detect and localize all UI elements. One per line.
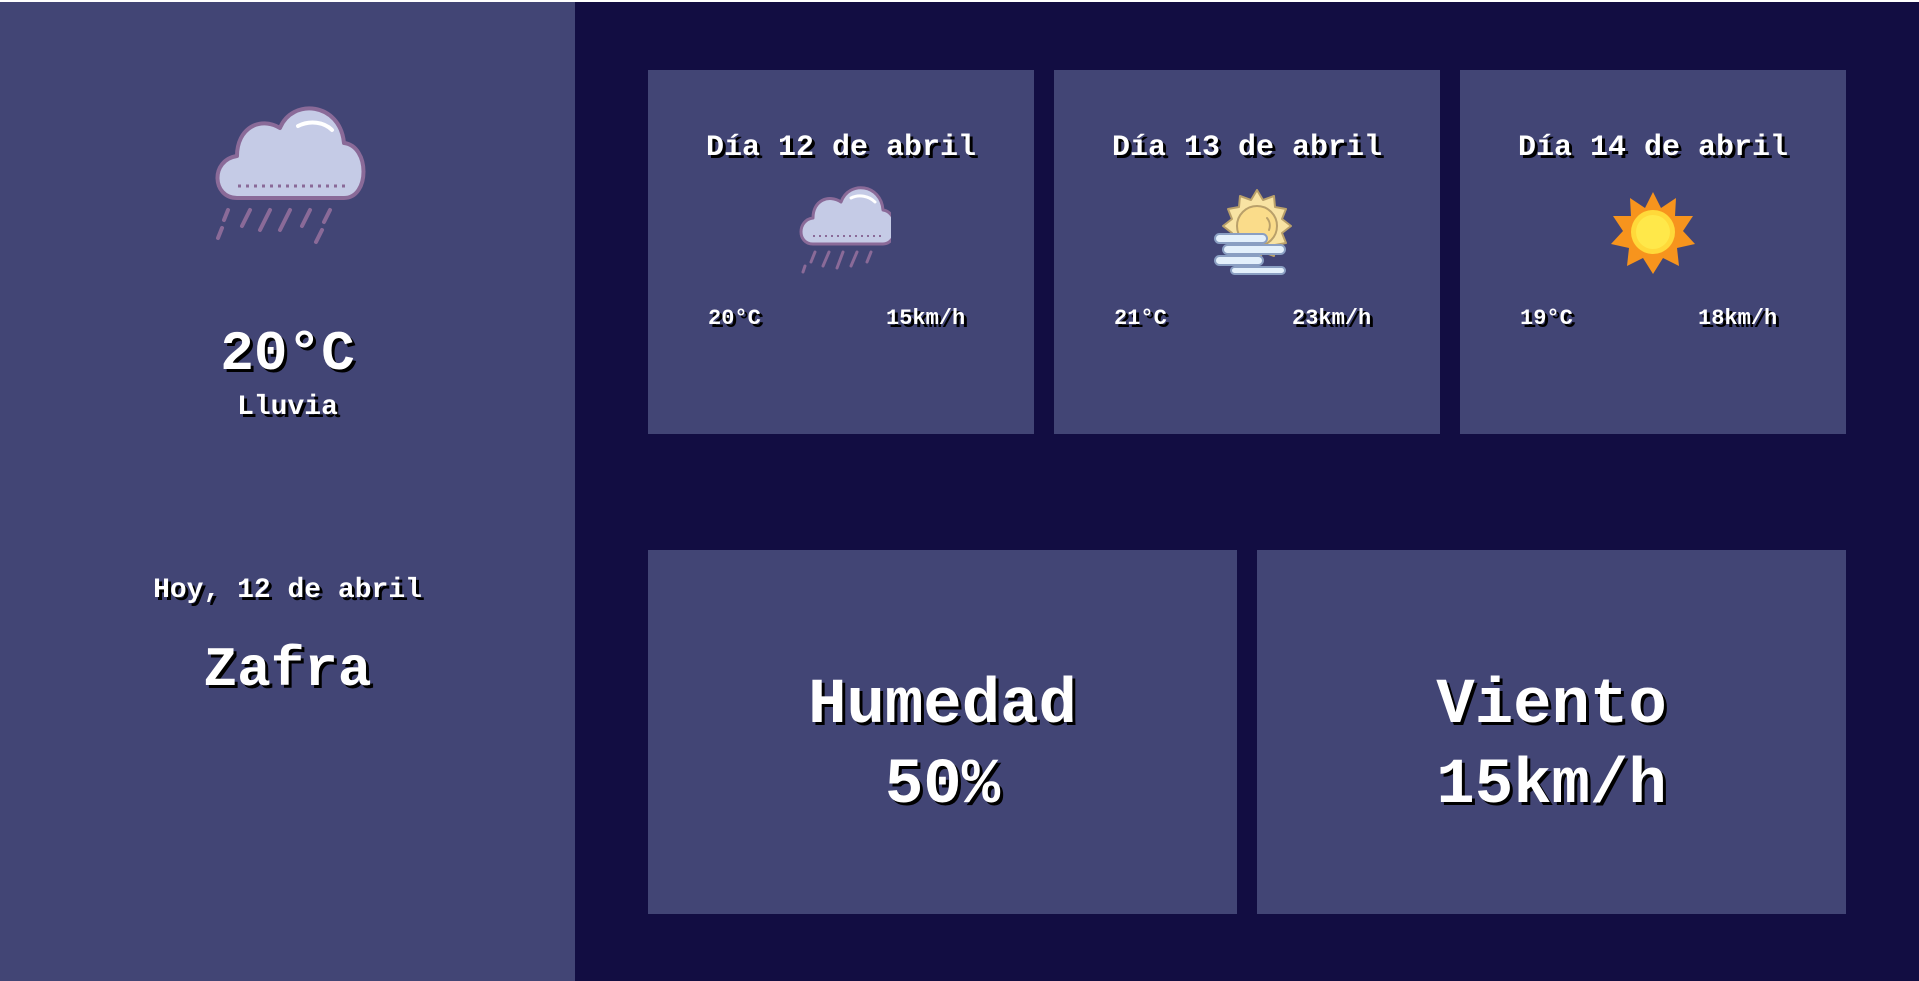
forecast-temperature: 21°C — [1114, 306, 1167, 331]
rain-cloud-icon — [799, 186, 891, 274]
forecast-card: Día 14 de abril 19°C 18km/h — [1460, 70, 1846, 434]
city-name: Zafra — [203, 638, 372, 702]
wind-value: 15km/h — [1436, 750, 1667, 822]
humidity-card: Humedad 50% — [648, 550, 1237, 914]
forecast-wind: 23km/h — [1292, 306, 1372, 331]
current-condition: Lluvia — [237, 392, 338, 423]
forecast-wind: 18km/h — [1698, 306, 1778, 331]
forecast-card: Día 12 de abril 20°C 15km/h — [648, 70, 1034, 434]
forecast-temperature: 19°C — [1520, 306, 1573, 331]
current-weather-panel: 20°C Lluvia Hoy, 12 de abril Zafra — [0, 2, 575, 981]
forecast-day-title: Día 13 de abril — [1111, 131, 1383, 165]
wind-label: Viento — [1436, 670, 1667, 742]
current-temperature: 20°C — [220, 322, 355, 386]
rain-cloud-icon — [215, 106, 366, 244]
forecast-day-title: Día 14 de abril — [1517, 131, 1789, 165]
sun-icon — [1611, 192, 1695, 274]
humidity-value: 50% — [884, 750, 1001, 822]
forecast-wind: 15km/h — [886, 306, 966, 331]
forecast-card: Día 13 de abril 21°C 23km/h — [1054, 70, 1440, 434]
wind-card: Viento 15km/h — [1257, 550, 1846, 914]
current-date: Hoy, 12 de abril — [153, 575, 422, 606]
forecast-day-title: Día 12 de abril — [705, 131, 977, 165]
forecast-temperature: 20°C — [708, 306, 761, 331]
humidity-label: Humedad — [808, 670, 1077, 742]
sun-fog-icon — [1214, 189, 1292, 275]
weather-app: 20°C Lluvia Hoy, 12 de abril Zafra Día 1… — [0, 0, 1919, 981]
